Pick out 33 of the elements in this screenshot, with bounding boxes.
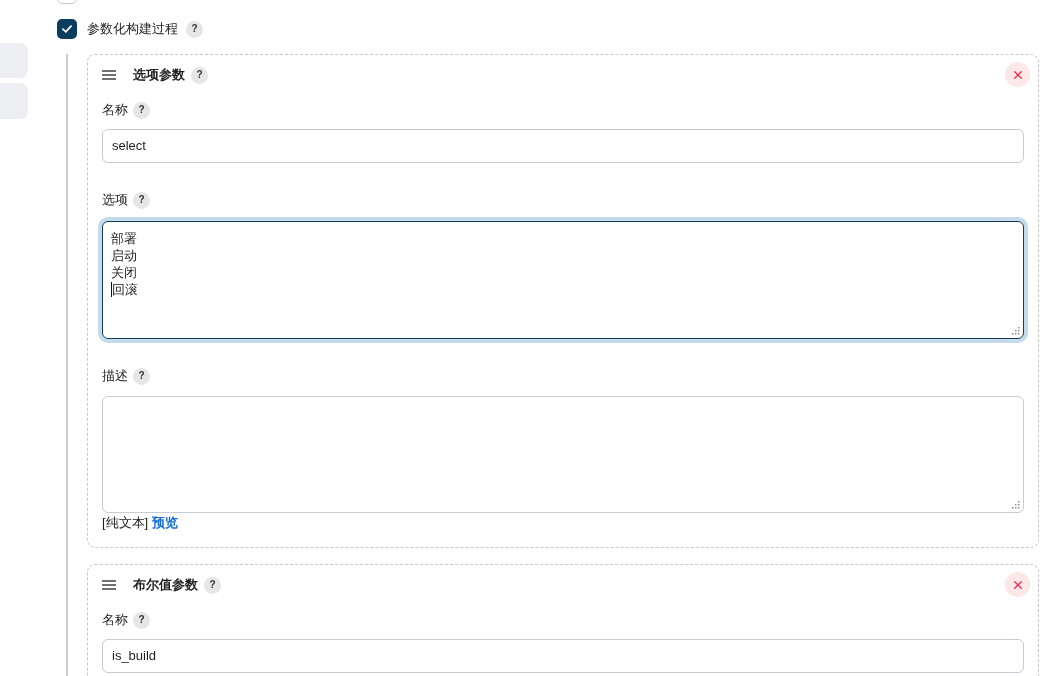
parameter-title: 选项参数	[133, 66, 185, 85]
parameter-title: 布尔值参数	[133, 576, 198, 595]
help-button[interactable]: ?	[186, 20, 203, 38]
help-button[interactable]: ?	[133, 101, 150, 119]
text-line: 启动	[111, 247, 137, 264]
format-note: [纯文本]	[102, 514, 149, 533]
help-button[interactable]: ?	[133, 367, 150, 385]
text-cursor-icon	[111, 282, 112, 297]
text-field[interactable]: is_build	[102, 639, 1024, 673]
checkmark-icon	[62, 25, 72, 33]
close-icon	[1013, 70, 1022, 79]
drag-handle-icon[interactable]	[102, 70, 116, 80]
drag-handle-icon[interactable]	[102, 580, 116, 590]
delete-button[interactable]	[1005, 62, 1030, 87]
field-label: 选项	[102, 191, 128, 210]
help-button[interactable]: ?	[191, 66, 208, 84]
help-button[interactable]: ?	[133, 611, 150, 629]
delete-button[interactable]	[1005, 572, 1030, 597]
field-label: 描述	[102, 367, 128, 386]
close-icon	[1013, 580, 1022, 589]
resize-grip-icon[interactable]	[1012, 501, 1020, 509]
option-label: 参数化构建过程	[87, 20, 178, 39]
text-line: 关闭	[111, 264, 137, 281]
help-button[interactable]: ?	[204, 576, 221, 594]
text-line: 部署	[111, 230, 137, 247]
preview-link[interactable]: 预览	[152, 513, 179, 533]
checkbox[interactable]	[57, 19, 77, 39]
resize-grip-icon[interactable]	[1012, 327, 1020, 335]
help-button[interactable]: ?	[133, 191, 150, 209]
text-field[interactable]: select	[102, 129, 1024, 163]
field-label: 名称	[102, 611, 128, 630]
field-label: 名称	[102, 101, 128, 120]
text-line: 回滚	[112, 281, 138, 298]
